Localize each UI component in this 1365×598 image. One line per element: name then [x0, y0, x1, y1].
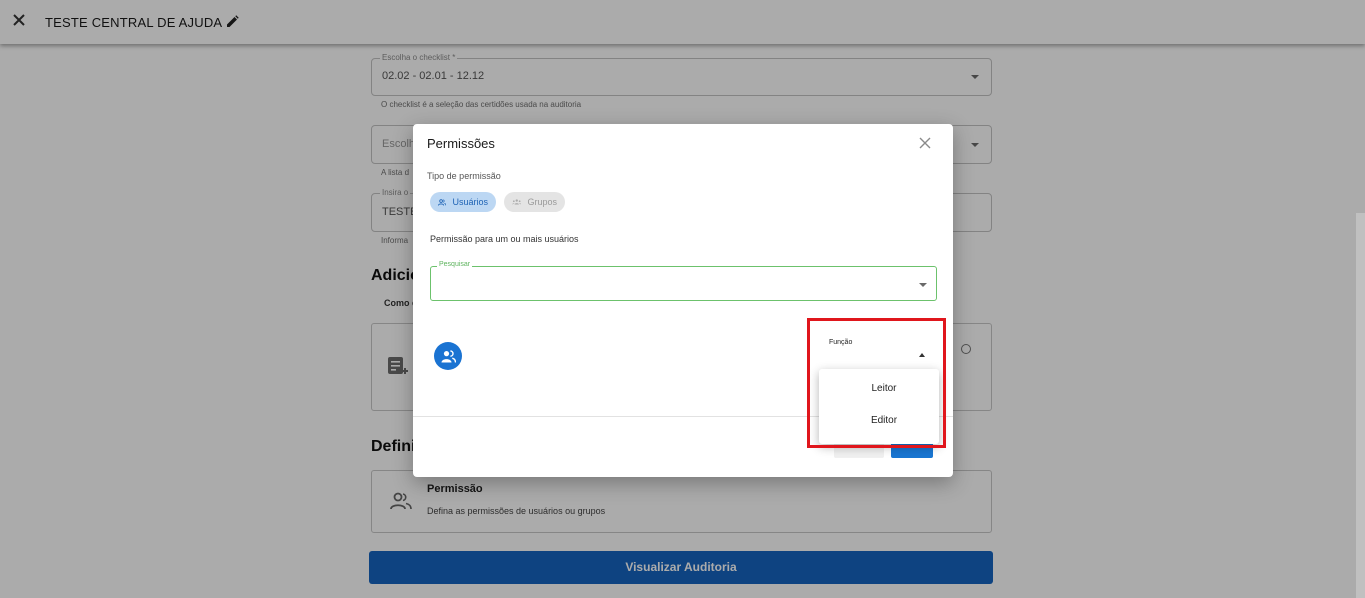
chip-users[interactable]: Usuários — [430, 192, 496, 212]
permission-type-label: Tipo de permissão — [427, 171, 501, 181]
chip-groups-label: Grupos — [527, 197, 557, 207]
user-avatar — [434, 342, 462, 370]
search-input[interactable] — [430, 266, 937, 301]
users-icon — [441, 349, 456, 363]
highlight-box — [807, 318, 946, 448]
chip-users-label: Usuários — [452, 197, 488, 207]
search-legend: Pesquisar — [437, 261, 473, 268]
users-icon — [438, 198, 447, 206]
groups-icon — [512, 199, 522, 205]
scrollbar[interactable] — [1356, 213, 1365, 598]
chip-groups[interactable]: Grupos — [504, 192, 565, 212]
permission-description: Permissão para um ou mais usuários — [430, 234, 579, 244]
dialog-title: Permissões — [427, 136, 495, 151]
chevron-down-icon[interactable] — [919, 283, 927, 287]
close-icon[interactable] — [919, 137, 931, 149]
